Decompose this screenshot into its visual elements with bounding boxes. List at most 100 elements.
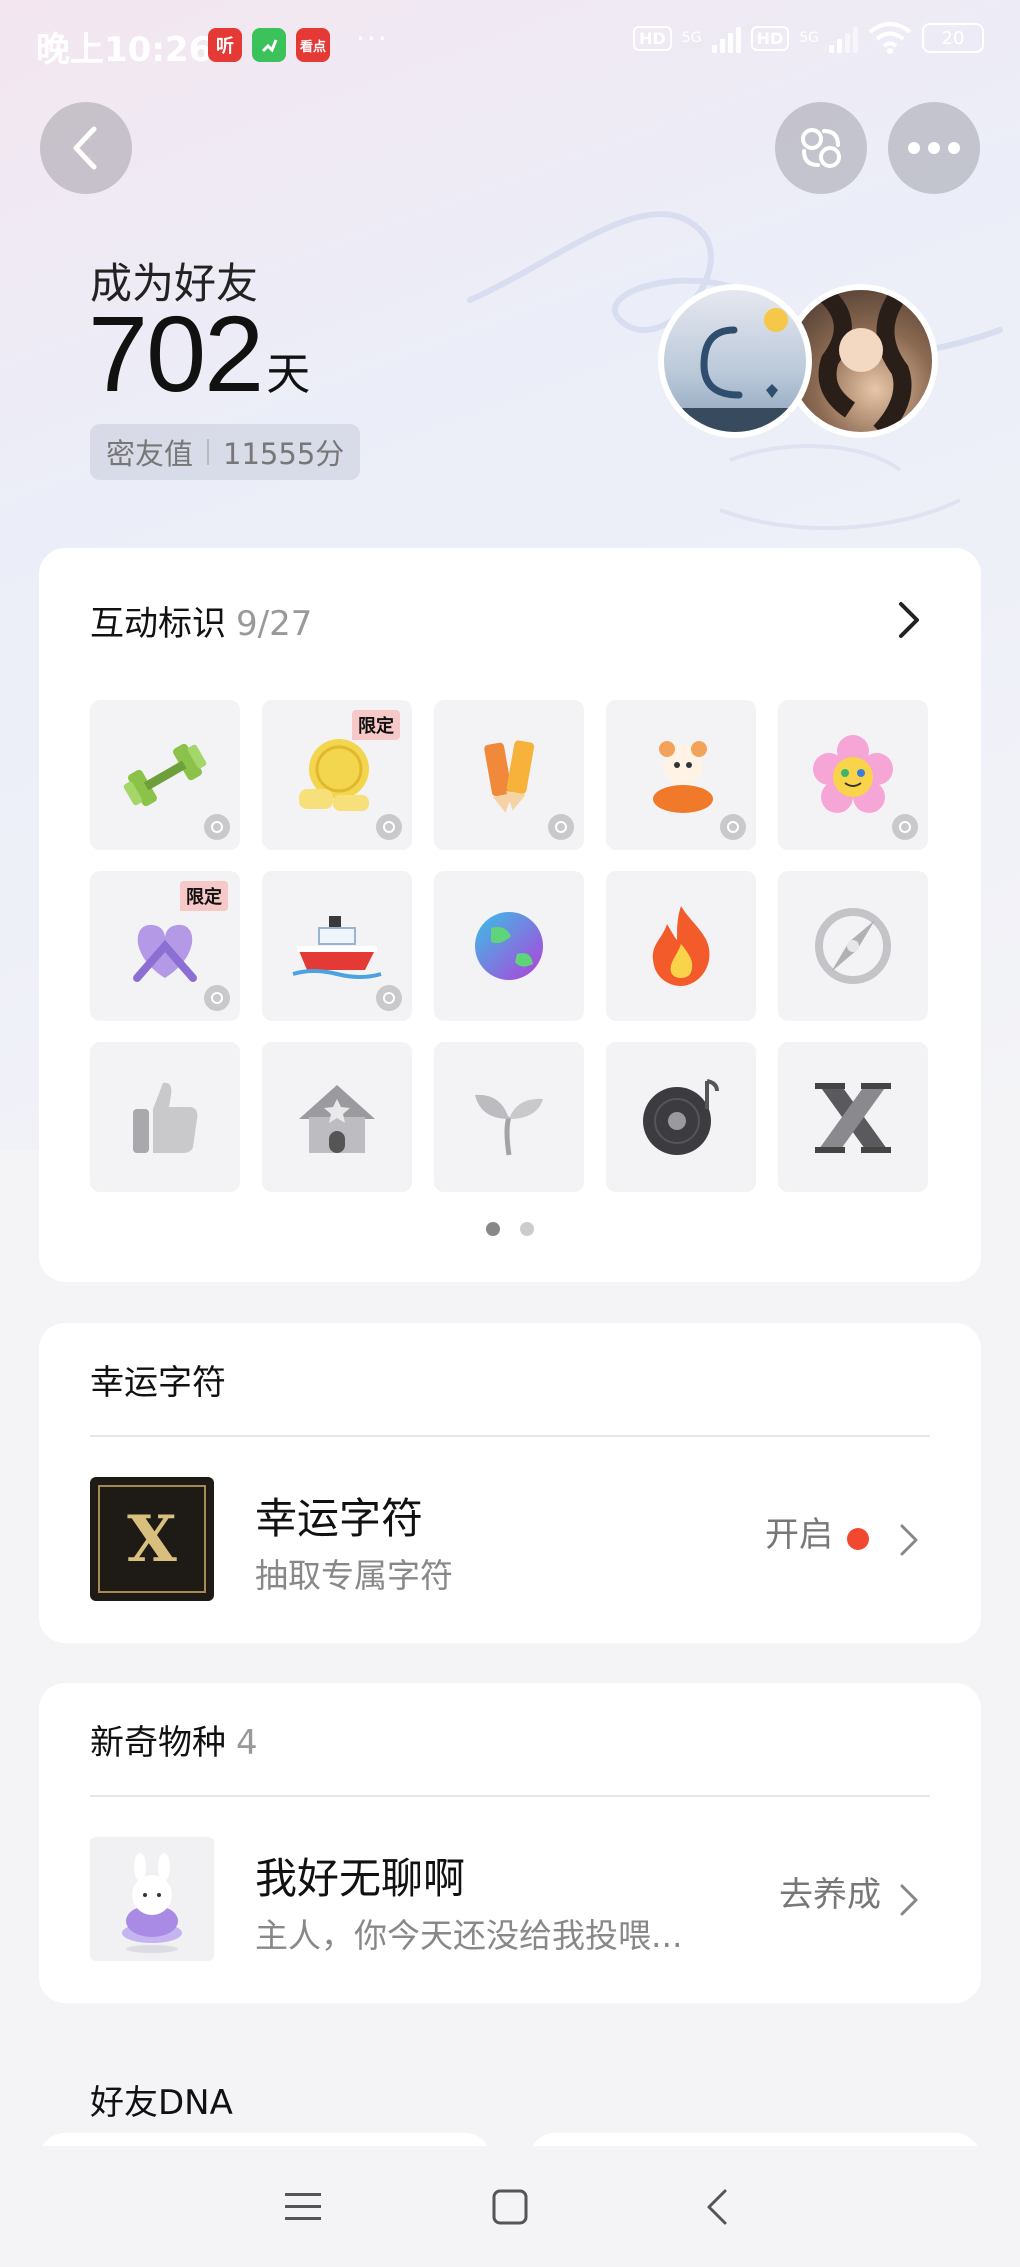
lucky-section-title: 幸运字符 xyxy=(90,1363,226,1403)
my-avatar[interactable] xyxy=(658,284,812,438)
lucky-character-row[interactable]: X 幸运字符 抽取专属字符 开启 xyxy=(39,1437,981,1643)
intimacy-value: 11555分 xyxy=(223,437,345,471)
new-dot-indicator xyxy=(847,1528,869,1550)
home-square-icon xyxy=(492,2189,528,2224)
interaction-badges-card: 互动标识 9/27 限定 限定 xyxy=(39,548,981,1282)
wifi-icon xyxy=(868,22,912,54)
back-nav-icon xyxy=(707,2189,727,2224)
compass-icon xyxy=(815,908,891,984)
limited-tag: 限定 xyxy=(352,710,400,740)
badge-cell[interactable] xyxy=(606,871,756,1021)
badge-cell[interactable] xyxy=(434,1042,584,1192)
badge-cell[interactable] xyxy=(262,1042,412,1192)
badge-cell[interactable]: 限定 xyxy=(90,871,240,1021)
limited-tag: 限定 xyxy=(180,881,228,911)
badges-title-text: 互动标识 xyxy=(90,604,226,644)
pet-thumb xyxy=(90,1837,214,1961)
medal-icon xyxy=(204,814,230,840)
badge-grid: 限定 限定 xyxy=(90,700,928,1192)
friend-link-icon xyxy=(801,128,841,168)
badge-cell[interactable] xyxy=(434,871,584,1021)
badge-cell[interactable] xyxy=(90,1042,240,1192)
chevron-right-icon xyxy=(900,1524,918,1556)
chevron-right-icon[interactable] xyxy=(897,600,921,640)
more-notifications-icon: ··· xyxy=(356,22,389,55)
back-nav-button[interactable] xyxy=(687,2177,747,2237)
badge-cell[interactable]: 限定 xyxy=(262,700,412,850)
medal-icon xyxy=(548,814,574,840)
letter-x-icon xyxy=(815,1083,891,1153)
pet-bunny-icon xyxy=(122,1853,182,1953)
home-nav-button[interactable] xyxy=(480,2177,540,2237)
system-nav-bar xyxy=(0,2146,1020,2267)
menu-icon xyxy=(285,2192,322,2220)
menu-nav-button[interactable] xyxy=(273,2177,333,2237)
species-item-subtitle: 主人，你今天还没给我投喂... xyxy=(255,1916,683,1955)
pencils-icon xyxy=(484,740,535,813)
species-count: 4 xyxy=(236,1723,258,1763)
cat-fish-icon xyxy=(653,741,713,813)
pager-dot-active[interactable] xyxy=(486,1222,500,1236)
more-dots-icon xyxy=(908,142,960,154)
badge-cell[interactable] xyxy=(778,1042,928,1192)
badge-pager xyxy=(39,1222,981,1236)
species-title-text: 新奇物种 xyxy=(90,1723,226,1763)
house-star-icon xyxy=(299,1085,375,1153)
lucky-character-thumb: X xyxy=(90,1477,214,1601)
hd-icon: HD xyxy=(750,25,790,51)
medal-icon xyxy=(892,814,918,840)
chevron-right-icon xyxy=(900,1884,918,1916)
medal-icon xyxy=(204,985,230,1011)
listen-app-icon: 听 xyxy=(208,28,242,62)
intimacy-badge[interactable]: 密友值 11555分 xyxy=(90,424,361,480)
friend-link-button[interactable] xyxy=(775,102,867,194)
badges-title[interactable]: 互动标识 9/27 xyxy=(90,596,312,645)
back-arrow-icon xyxy=(73,126,97,170)
species-section-title: 新奇物种 4 xyxy=(90,1715,258,1764)
medal-icon xyxy=(720,814,746,840)
heart-bow-icon xyxy=(133,924,197,982)
divider xyxy=(207,439,210,465)
lucky-item-title: 幸运字符 xyxy=(255,1494,424,1543)
medal-icon xyxy=(376,985,402,1011)
green-app-icon xyxy=(252,28,286,62)
days-count: 702 xyxy=(88,293,264,414)
lucky-item-subtitle: 抽取专属字符 xyxy=(255,1556,453,1595)
earth-icon xyxy=(475,912,543,980)
signal-icon xyxy=(829,23,858,53)
badge-cell[interactable] xyxy=(90,700,240,850)
badge-cell[interactable] xyxy=(434,700,584,850)
more-button[interactable] xyxy=(888,102,980,194)
badge-cell[interactable] xyxy=(262,871,412,1021)
medal-icon xyxy=(376,814,402,840)
flower-smile-icon xyxy=(813,735,893,813)
badge-cell[interactable] xyxy=(778,871,928,1021)
lucky-open-label: 开启 xyxy=(765,1515,833,1555)
friendship-days: 702 天 xyxy=(88,300,310,408)
days-unit: 天 xyxy=(266,349,311,400)
status-time: 晚上10:26 xyxy=(36,30,213,70)
intimacy-label: 密友值 xyxy=(106,437,194,471)
raise-label: 去养成 xyxy=(779,1875,881,1915)
fire-icon xyxy=(652,906,710,986)
back-button[interactable] xyxy=(40,102,132,194)
badge-cell[interactable] xyxy=(778,700,928,850)
species-item-title: 我好无聊啊 xyxy=(255,1854,466,1903)
badges-count: 9/27 xyxy=(236,604,313,644)
thumbs-up-icon xyxy=(133,1082,198,1153)
dumbbell-icon xyxy=(123,743,207,807)
ship-icon xyxy=(292,916,382,979)
badge-cell[interactable] xyxy=(606,1042,756,1192)
novel-species-card: 新奇物种 4 我好无聊啊 主人，你今天还没给我投喂... 去养成 xyxy=(39,1683,981,2003)
species-row[interactable]: 我好无聊啊 主人，你今天还没给我投喂... 去养成 xyxy=(39,1797,981,2003)
cookie-icon xyxy=(299,739,369,811)
network-type: 5G xyxy=(681,30,702,46)
pager-dot[interactable] xyxy=(520,1222,534,1236)
vinyl-record-icon xyxy=(643,1079,719,1155)
friend-dna-title: 好友DNA xyxy=(90,2083,233,2123)
lucky-letter: X xyxy=(127,1501,177,1577)
lucky-character-card: 幸运字符 X 幸运字符 抽取专属字符 开启 xyxy=(39,1323,981,1643)
hd-icon: HD xyxy=(633,25,672,51)
news-app-icon: 看点 xyxy=(296,28,330,62)
badge-cell[interactable] xyxy=(606,700,756,850)
